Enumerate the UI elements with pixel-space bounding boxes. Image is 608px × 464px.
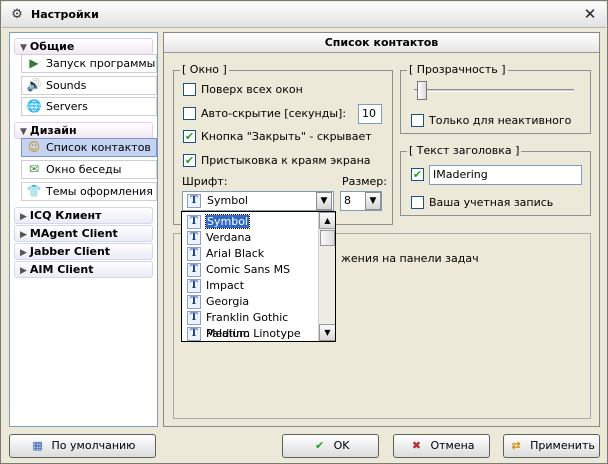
truetype-font-icon: T — [187, 194, 201, 208]
font-list-item[interactable]: T Impact — [184, 278, 317, 294]
nav-item-contact-list[interactable]: ☺ Список контактов — [21, 138, 157, 157]
chevron-right-icon: ▶ — [20, 212, 27, 222]
font-dropdown-button[interactable]: ▼ — [316, 192, 332, 210]
chevron-right-icon: ▶ — [20, 266, 27, 276]
dock-to-edges-checkbox[interactable]: ✔ — [183, 154, 196, 167]
inactive-only-checkbox[interactable] — [411, 114, 424, 127]
caption-text-input[interactable]: IMadering — [429, 165, 582, 185]
scroll-up-icon[interactable]: ▲ — [319, 212, 335, 229]
scrollbar-thumb[interactable] — [320, 230, 335, 246]
auto-hide-checkbox[interactable] — [183, 107, 196, 120]
truetype-font-icon: T — [187, 231, 201, 245]
themes-icon: 👕 — [26, 184, 42, 198]
settings-nav: ▼ Общие ▶ Запуск программы 🔊 Sounds 🌐 Ser… — [9, 32, 158, 427]
auto-hide-seconds-input[interactable]: 10 — [358, 104, 382, 124]
servers-icon: 🌐 — [26, 99, 42, 113]
nav-item-themes[interactable]: 👕 Темы оформления — [21, 182, 157, 201]
title-bar: ⚙ Настройки ✕ — [2, 2, 606, 28]
nav-item-sounds[interactable]: 🔊 Sounds — [21, 76, 157, 95]
inactive-only-label: Только для неактивного — [429, 114, 572, 127]
window-options-title: [ Окно ] — [180, 63, 229, 76]
always-on-top-label: Поверх всех окон — [201, 83, 303, 96]
font-list-item[interactable]: T Palatino Linotype — [184, 326, 317, 341]
font-dropdown-list[interactable]: T Palatino Linotype T Franklin Gothic Mediu… — [181, 211, 336, 342]
close-icon[interactable]: ✕ — [582, 7, 598, 23]
font-list-item[interactable]: T Franklin Gothic Medium — [184, 310, 317, 340]
truetype-font-icon: T — [187, 311, 201, 325]
truetype-font-icon: T — [187, 263, 201, 277]
contact-list-icon: ☺ — [27, 140, 41, 154]
truetype-font-icon: T — [187, 327, 201, 341]
caption-text-title: [ Текст заголовка ] — [407, 144, 522, 157]
size-label: Размер: — [342, 175, 387, 188]
truetype-font-icon: T — [187, 247, 201, 261]
font-list-scrollbar[interactable]: ▲ ▼ — [318, 212, 335, 341]
scroll-down-icon[interactable]: ▼ — [319, 324, 335, 341]
chevron-down-icon: ▼ — [20, 127, 27, 137]
defaults-icon: ▦ — [32, 439, 43, 452]
nav-category-general[interactable]: ▼ Общие — [14, 38, 153, 55]
chevron-right-icon: ▶ — [20, 230, 27, 240]
account-checkbox[interactable] — [411, 196, 424, 209]
font-list-item[interactable]: T Verdana — [184, 230, 317, 246]
page-title: Список контактов — [164, 33, 599, 53]
transparency-slider-thumb[interactable] — [417, 81, 427, 100]
apply-button[interactable]: ⇄ Применить — [503, 434, 600, 458]
transparency-title: [ Прозрачность ] — [407, 63, 508, 76]
nav-category-design[interactable]: ▼ Дизайн — [14, 122, 153, 139]
nav-category-jabber[interactable]: ▶ Jabber Client — [14, 243, 153, 260]
settings-app-icon: ⚙ — [11, 7, 23, 22]
caption-text-checkbox[interactable]: ✔ — [411, 168, 424, 181]
font-label: Шрифт: — [182, 175, 228, 188]
taskbar-option-label: жения на панели задач — [341, 252, 479, 265]
close-button-hides-checkbox[interactable]: ✔ — [183, 130, 196, 143]
truetype-font-icon: T — [187, 215, 201, 229]
transparency-slider-track[interactable] — [414, 89, 574, 92]
nav-item-run-program[interactable]: ▶ Запуск программы — [21, 54, 157, 73]
chevron-down-icon: ▼ — [20, 43, 27, 53]
chevron-right-icon: ▶ — [20, 248, 27, 258]
font-list-item[interactable]: T Symbol — [184, 214, 317, 230]
close-button-hides-label: Кнопка "Закрыть" - скрывает — [201, 130, 372, 143]
size-dropdown-button[interactable]: ▼ — [365, 192, 381, 210]
nav-category-icq[interactable]: ▶ ICQ Клиент — [14, 207, 153, 224]
window-title: Настройки — [31, 8, 99, 21]
settings-window: ⚙ Настройки ✕ ▼ Общие ▶ Запуск программы … — [0, 0, 608, 464]
truetype-font-icon: T — [187, 279, 201, 293]
account-label: Ваша учетная запись — [429, 196, 554, 209]
apply-icon: ⇄ — [511, 439, 521, 452]
nav-item-chat-window[interactable]: ✉ Окно беседы — [21, 160, 157, 179]
font-select[interactable]: T Symbol — [182, 191, 334, 211]
nav-item-servers[interactable]: 🌐 Servers — [21, 97, 157, 116]
truetype-font-icon: T — [187, 295, 201, 309]
default-button[interactable]: ▦ По умолчанию — [9, 434, 156, 458]
font-list-item[interactable]: T Arial Black — [184, 246, 317, 262]
font-list-item[interactable]: T Comic Sans MS — [184, 262, 317, 278]
always-on-top-checkbox[interactable] — [183, 83, 196, 96]
font-list-item[interactable]: T Georgia — [184, 294, 317, 310]
nav-category-aim[interactable]: ▶ AIM Client — [14, 261, 153, 278]
cancel-button[interactable]: ✖ Отмена — [393, 434, 490, 458]
nav-category-magent[interactable]: ▶ MAgent Client — [14, 225, 153, 242]
dock-to-edges-label: Пристыковка к краям экрана — [201, 154, 371, 167]
cancel-x-icon: ✖ — [411, 439, 422, 452]
chat-window-icon: ✉ — [28, 162, 40, 176]
auto-hide-label: Авто-скрытие [секунды]: — [201, 107, 347, 120]
run-program-icon: ▶ — [29, 56, 39, 70]
sounds-icon: 🔊 — [26, 78, 42, 92]
checkmark-icon: ✔ — [314, 439, 325, 452]
ok-button[interactable]: ✔ OK — [282, 434, 379, 458]
